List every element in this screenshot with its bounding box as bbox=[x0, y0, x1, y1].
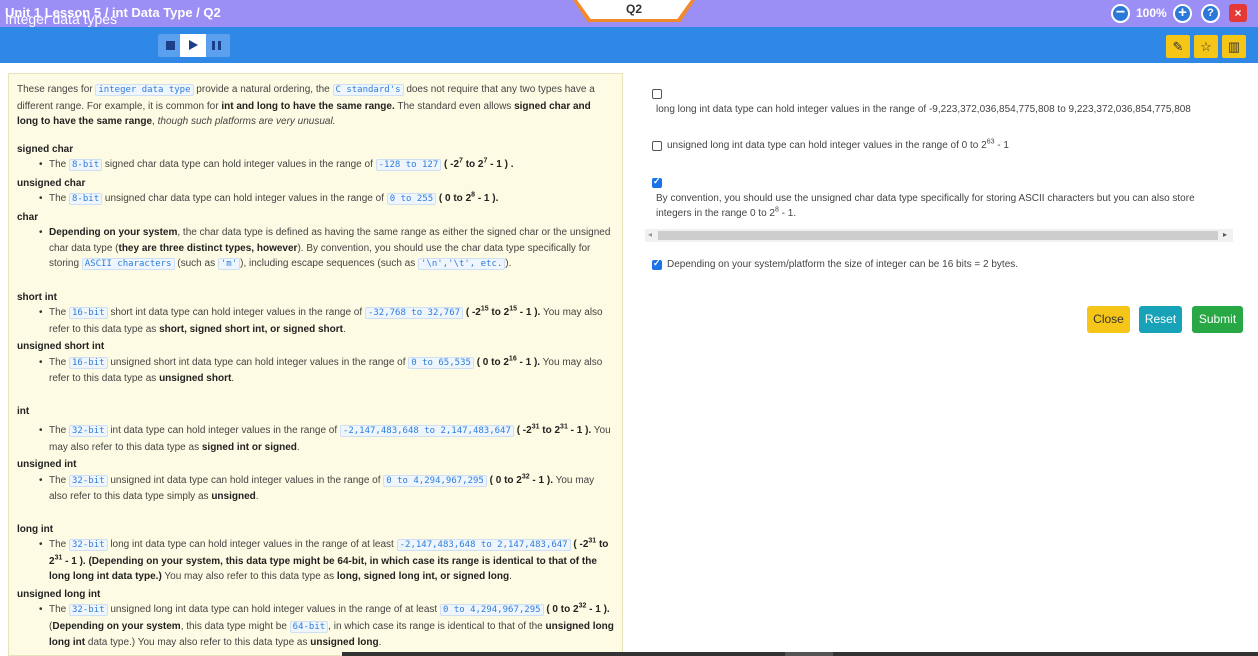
option-1-checkbox[interactable] bbox=[652, 89, 662, 99]
bottom-strip-highlight bbox=[785, 652, 833, 656]
option-4-text: Depending on your system/platform the si… bbox=[667, 259, 1019, 270]
option-2-text: unsigned long int data type can hold int… bbox=[667, 138, 1009, 151]
list-item: The 32-bit unsigned int data type can ho… bbox=[39, 473, 614, 505]
lesson-title: Integer data types bbox=[5, 11, 118, 27]
list-item: The 16-bit unsigned short int data type … bbox=[39, 355, 614, 387]
list-item: The 32-bit unsigned long int data type c… bbox=[39, 602, 614, 651]
list-item: The 8-bit signed char data type can hold… bbox=[39, 157, 614, 174]
option-3-checkbox[interactable] bbox=[652, 176, 662, 188]
scrollbar-thumb[interactable] bbox=[658, 231, 1218, 240]
section-title-unsigned-int: unsigned int bbox=[17, 459, 77, 470]
list-item: The 16-bit short int data type can hold … bbox=[39, 305, 614, 337]
option-1-text: long long int data type can hold integer… bbox=[656, 104, 1191, 115]
zoom-level: 100% bbox=[1136, 6, 1167, 20]
section-title-char: char bbox=[17, 211, 39, 223]
section-title-unsigned-long: unsigned long int bbox=[17, 588, 101, 600]
intro-paragraph: These ranges for integer data type provi… bbox=[17, 84, 595, 127]
options-scrollbar[interactable]: ◂ ▸ bbox=[645, 229, 1233, 242]
list-item: The 8-bit unsigned char data type can ho… bbox=[39, 191, 614, 208]
pause-icon[interactable] bbox=[212, 41, 221, 50]
list-item: The 32-bit long int data type can hold i… bbox=[39, 537, 614, 585]
submit-button[interactable]: Submit bbox=[1192, 306, 1243, 333]
section-title-int: int bbox=[17, 405, 30, 417]
stop-icon[interactable] bbox=[166, 41, 175, 50]
zoom-out-icon[interactable]: − bbox=[1111, 4, 1130, 23]
pencil-icon[interactable]: ✎ bbox=[1166, 35, 1190, 58]
section-title-unsigned-short: unsigned short int bbox=[17, 341, 105, 352]
option-3-text: By convention, you should use the unsign… bbox=[656, 193, 1195, 219]
play-icon bbox=[189, 40, 198, 50]
scroll-right-icon[interactable]: ▸ bbox=[1223, 230, 1227, 239]
section-title-short-int: short int bbox=[17, 291, 57, 303]
close-icon[interactable]: × bbox=[1229, 4, 1247, 22]
section-title-long-int: long int bbox=[17, 523, 54, 535]
chart-icon[interactable]: ▥ bbox=[1222, 35, 1246, 58]
help-icon[interactable]: ? bbox=[1201, 4, 1220, 23]
lesson-content: These ranges for integer data type provi… bbox=[8, 73, 623, 656]
list-item: The 32-bit int data type can hold intege… bbox=[39, 423, 614, 455]
option-4-checkbox[interactable] bbox=[652, 258, 662, 270]
close-button[interactable]: Close bbox=[1087, 306, 1130, 333]
option-2-checkbox[interactable] bbox=[652, 141, 662, 151]
section-title-signed-char: signed char bbox=[17, 143, 74, 155]
reset-button[interactable]: Reset bbox=[1139, 306, 1182, 333]
question-tab-label: Q2 bbox=[625, 2, 642, 16]
zoom-in-icon[interactable]: + bbox=[1173, 4, 1192, 23]
list-item: Depending on your system, the char data … bbox=[39, 225, 614, 273]
star-icon[interactable]: ☆ bbox=[1194, 35, 1218, 58]
scroll-left-icon[interactable]: ◂ bbox=[648, 230, 652, 239]
section-title-unsigned-char: unsigned char bbox=[17, 177, 86, 189]
